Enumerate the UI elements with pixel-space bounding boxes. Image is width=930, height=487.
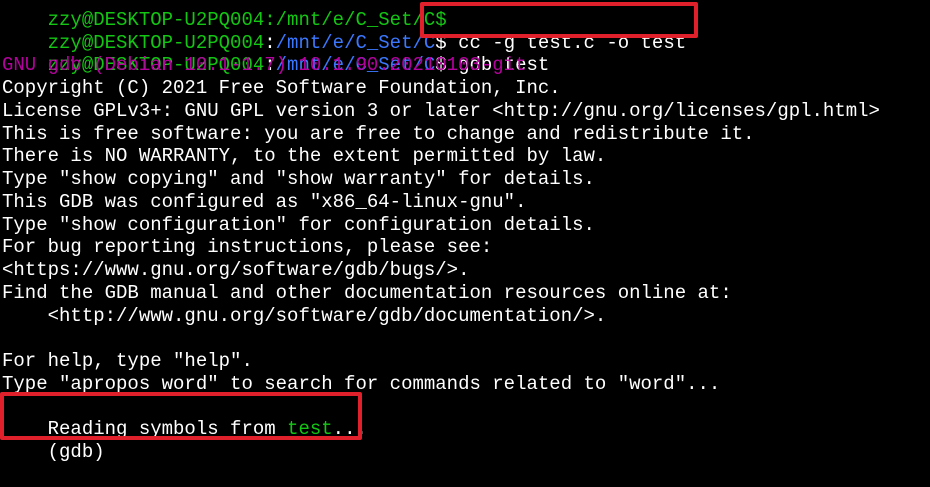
reading-symbols-suffix: ... [332, 418, 367, 441]
banner-line: Type "show copying" and "show warranty" … [2, 168, 595, 190]
banner-line: For help, type "help". [2, 350, 253, 372]
prompt-separator: : [264, 31, 276, 54]
prompt-sign: $ [435, 31, 447, 54]
prompt-user-host: zzy@DESKTOP-U2PQ004 [47, 31, 265, 54]
banner-line: License GPLv3+: GNU GPL version 3 or lat… [2, 99, 880, 122]
reading-symbols-file: test [287, 418, 333, 441]
banner-line: Copyright (C) 2021 Free Software Foundat… [2, 77, 561, 99]
gdb-version-line: GNU gdb (Debian 10.1-1.7) 10.1.90.202101… [2, 54, 527, 77]
reading-symbols-line: Reading symbols from test... [2, 396, 930, 440]
banner-line: <http://www.gnu.org/software/gdb/documen… [2, 304, 607, 327]
previous-prompt-text: zzy@DESKTOP-U2PQ004:/mnt/e/C_Set/C$ [47, 8, 447, 31]
banner-line: This GDB was configured as "x86_64-linux… [2, 190, 527, 213]
reading-symbols-prefix: Reading symbols from [47, 418, 288, 441]
banner-line [2, 327, 930, 350]
banner-line: This is free software: you are free to c… [2, 122, 755, 145]
terminal-line-previous: zzy@DESKTOP-U2PQ004:/mnt/e/C_Set/C$ [2, 0, 930, 31]
compile-command-text: cc -g test.c -o test [446, 31, 687, 54]
prompt-path: /mnt/e/C_Set/C [275, 31, 436, 54]
gdb-prompt: (gdb) [47, 441, 105, 463]
banner-line: There is NO WARRANTY, to the extent perm… [2, 145, 607, 168]
banner-line: <https://www.gnu.org/software/gdb/bugs/>… [2, 259, 470, 281]
banner-line: Type "show configuration" for configurat… [2, 213, 595, 236]
terminal-window[interactable]: zzy@DESKTOP-U2PQ004:/mnt/e/C_Set/C$ zzy@… [2, 0, 930, 463]
banner-line: Type "apropos word" to search for comman… [2, 372, 721, 395]
banner-line: Find the GDB manual and other documentat… [2, 281, 732, 304]
banner-line: For bug reporting instructions, please s… [2, 236, 493, 259]
